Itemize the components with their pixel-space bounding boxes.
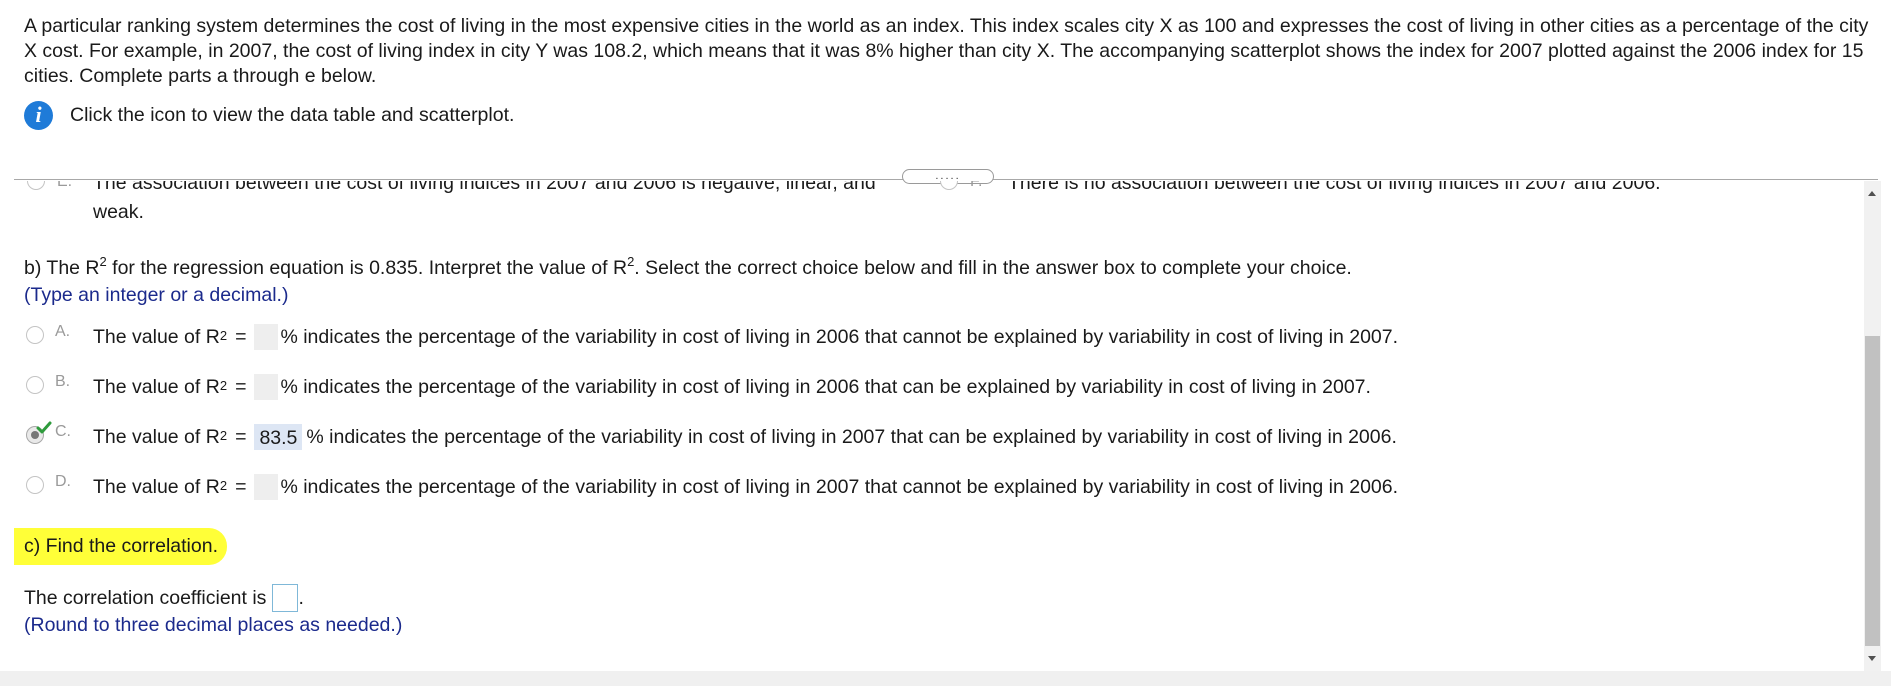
choice-d-answer-box[interactable] [254,474,279,500]
choice-b-letter: B. [55,373,71,390]
problem-intro: A particular ranking system determines t… [24,14,1874,89]
part-b-question: b) The R2 for the regression equation is… [24,254,1352,279]
choice-d-text: The value of R 2 =% indicates the percenta… [93,474,1398,500]
correlation-answer-line: The correlation coefficient is . [24,584,304,612]
choice-e-letter: E. [57,181,73,190]
info-link-text[interactable]: Click the icon to view the data table an… [70,104,514,127]
choice-a-answer-box[interactable] [254,324,279,350]
intro-text: A particular ranking system determines t… [24,15,1869,87]
choice-f-radio[interactable] [940,181,958,190]
choice-e-radio[interactable] [27,181,45,190]
info-row[interactable]: i Click the icon to view the data table … [24,100,514,130]
choice-d-radio[interactable] [26,476,44,494]
part-c-question: c) Find the correlation. [24,535,219,557]
choice-e-text-cont: weak. [93,201,144,223]
info-icon[interactable]: i [24,100,53,130]
choice-c-text: The value of R 2 = 83.5% indicates the perc… [93,424,1397,450]
choice-d-letter: D. [55,473,71,490]
choice-c-answer-box[interactable]: 83.5 [254,424,303,450]
scroll-down-icon[interactable] [1864,653,1881,665]
choice-f-letter: F. [970,181,983,190]
choice-b-answer-box[interactable] [254,374,279,400]
choice-c-letter: C. [55,423,71,440]
footer-bar [0,671,1891,686]
scrollbar-thumb[interactable] [1865,336,1880,646]
pane-scrollbar[interactable] [1864,181,1881,671]
correlation-input[interactable] [272,584,299,612]
part-b-hint: (Type an integer or a decimal.) [24,284,289,306]
choice-a-text: The value of R 2 =% indicates the percenta… [93,324,1398,350]
choice-f-text: There is no association between the cost… [1008,181,1661,194]
choice-b-text: The value of R 2 =% indicates the percenta… [93,374,1371,400]
part-c-hint: (Round to three decimal places as needed… [24,614,403,636]
choice-a-radio[interactable] [26,326,44,344]
check-icon [36,421,52,434]
choice-b-radio[interactable] [26,376,44,394]
choice-e-text: The association between the cost of livi… [93,181,876,194]
scroll-up-icon[interactable] [1864,189,1881,201]
choice-a-letter: A. [55,323,71,340]
